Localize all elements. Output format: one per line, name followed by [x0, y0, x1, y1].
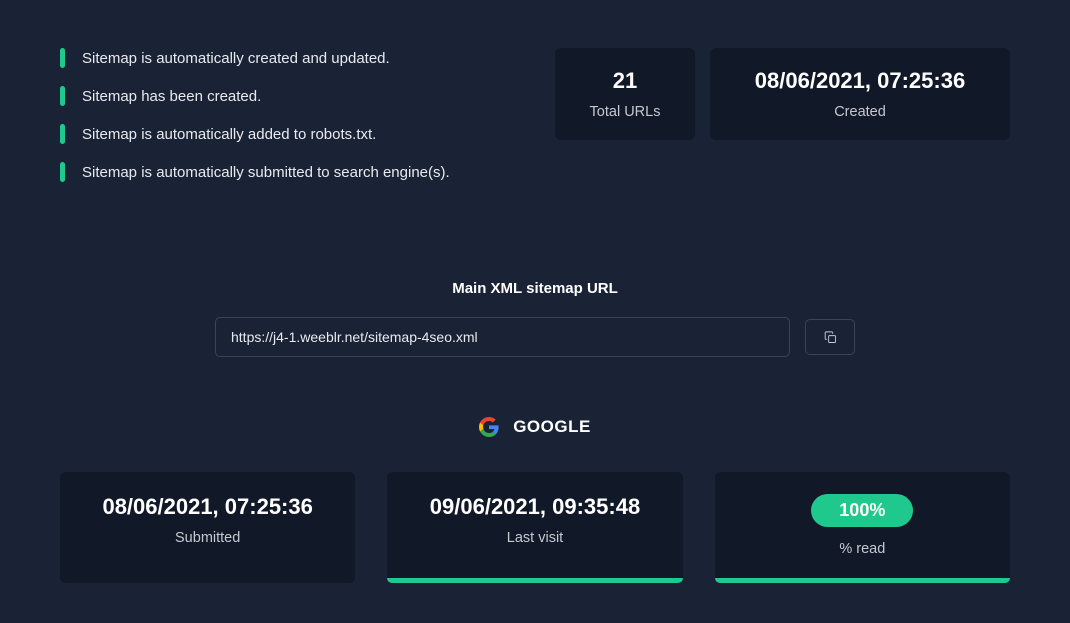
google-card-value: 08/06/2021, 07:25:36 — [90, 494, 325, 520]
google-card-label: % read — [745, 541, 980, 557]
copy-button[interactable] — [805, 319, 855, 355]
status-item: Sitemap has been created. — [60, 86, 515, 106]
url-section-label: Main XML sitemap URL — [60, 280, 1010, 297]
google-header: GOOGLE — [60, 417, 1010, 437]
sitemap-url-input[interactable] — [215, 317, 790, 357]
status-list: Sitemap is automatically created and upd… — [60, 48, 515, 200]
google-title: GOOGLE — [513, 417, 591, 437]
stat-label: Total URLs — [585, 104, 665, 120]
stat-value: 21 — [585, 68, 665, 94]
status-indicator — [60, 124, 65, 144]
stat-label: Created — [740, 104, 980, 120]
status-item: Sitemap is automatically created and upd… — [60, 48, 515, 68]
progress-bar — [715, 578, 1010, 583]
percent-badge: 100% — [811, 494, 913, 527]
stat-card-total-urls: 21 Total URLs — [555, 48, 695, 140]
status-indicator — [60, 162, 65, 182]
google-card-submitted: 08/06/2021, 07:25:36 Submitted — [60, 472, 355, 583]
status-indicator — [60, 48, 65, 68]
stat-card-created: 08/06/2021, 07:25:36 Created — [710, 48, 1010, 140]
copy-icon — [823, 330, 838, 345]
status-text: Sitemap is automatically added to robots… — [82, 126, 376, 143]
status-text: Sitemap is automatically submitted to se… — [82, 164, 450, 181]
google-card-label: Last visit — [417, 530, 652, 546]
google-logo-icon — [479, 417, 499, 437]
status-text: Sitemap has been created. — [82, 88, 261, 105]
status-item: Sitemap is automatically added to robots… — [60, 124, 515, 144]
google-card-percent-read: 100% % read — [715, 472, 1010, 583]
status-indicator — [60, 86, 65, 106]
progress-bar — [387, 578, 682, 583]
google-card-value: 09/06/2021, 09:35:48 — [417, 494, 652, 520]
stat-value: 08/06/2021, 07:25:36 — [740, 68, 980, 94]
google-card-label: Submitted — [90, 530, 325, 546]
status-text: Sitemap is automatically created and upd… — [82, 50, 390, 67]
status-item: Sitemap is automatically submitted to se… — [60, 162, 515, 182]
google-card-last-visit: 09/06/2021, 09:35:48 Last visit — [387, 472, 682, 583]
